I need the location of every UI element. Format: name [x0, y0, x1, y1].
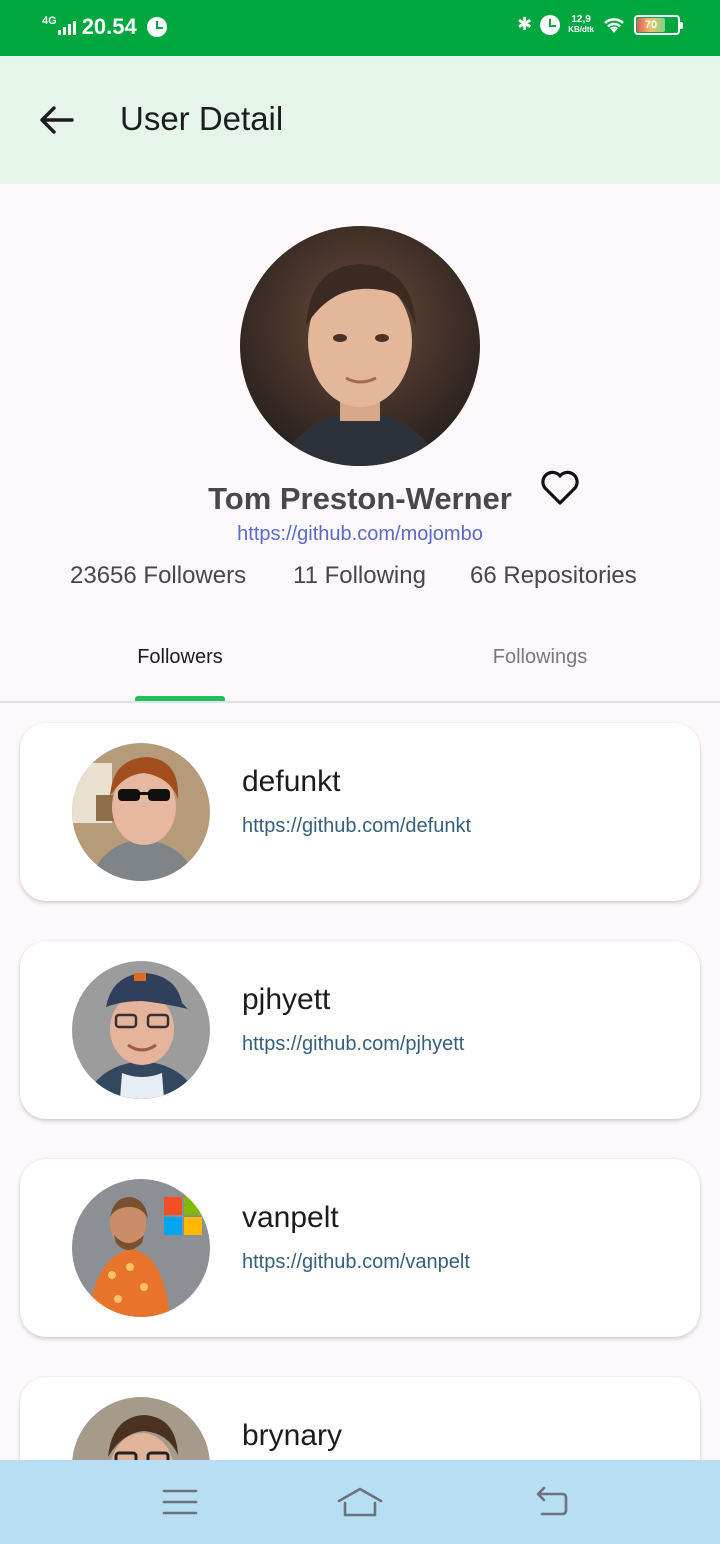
user-url[interactable]: https://github.com/pjhyett: [242, 1033, 464, 1056]
avatar: [72, 961, 210, 1099]
list-item[interactable]: defunkt https://github.com/defunkt: [20, 723, 700, 901]
following-count: 11 Following: [293, 562, 426, 589]
status-bar: 4G 20.54 ✱ 12,9 KB/dtk 70: [0, 0, 720, 56]
tab-bar: Followers Followings: [0, 612, 720, 704]
list-item[interactable]: pjhyett https://github.com/pjhyett: [20, 941, 700, 1119]
alarm-icon: [540, 14, 561, 35]
signal-icon: [57, 19, 76, 35]
user-login: brynary: [242, 1419, 343, 1452]
user-url[interactable]: https://github.com/vanpelt: [242, 1251, 470, 1274]
list-item[interactable]: vanpelt https://github.com/vanpelt: [20, 1159, 700, 1337]
status-time: 20.54: [81, 14, 137, 39]
home-icon: [337, 1487, 383, 1517]
network-speed-value: 12,9: [571, 13, 591, 25]
favorite-button[interactable]: [538, 466, 582, 510]
user-login: vanpelt: [242, 1201, 339, 1234]
profile-name: Tom Preston-Werner: [208, 481, 512, 516]
menu-icon: [162, 1489, 198, 1515]
network-speed-unit: KB/dtk: [568, 24, 594, 34]
profile-url[interactable]: https://github.com/mojombo: [0, 523, 720, 546]
alarm-icon: [146, 17, 167, 37]
battery-level: 70: [637, 17, 665, 32]
repositories-count: 66 Repositories: [470, 562, 637, 589]
return-icon: [536, 1486, 568, 1516]
battery-icon: 70: [634, 14, 683, 35]
avatar: [72, 1179, 210, 1317]
nav-menu-button[interactable]: [150, 1478, 210, 1526]
tab-followings[interactable]: Followings: [360, 612, 720, 702]
back-button[interactable]: [30, 96, 82, 144]
app-bar: User Detail: [0, 56, 720, 184]
avatar: [72, 743, 210, 881]
page-title: User Detail: [120, 100, 284, 137]
arrow-left-icon: [40, 106, 74, 134]
nav-back-button[interactable]: [520, 1478, 580, 1526]
network-type: 4G: [42, 15, 57, 27]
tab-divider: [0, 701, 720, 703]
tab-followers-label: Followers: [137, 645, 223, 668]
user-url[interactable]: https://github.com/defunkt: [242, 815, 471, 838]
user-login: pjhyett: [242, 983, 331, 1016]
user-login: defunkt: [242, 765, 341, 798]
tab-followers[interactable]: Followers: [0, 612, 360, 702]
tab-followings-label: Followings: [492, 645, 588, 668]
system-nav-bar: [0, 1460, 720, 1544]
followers-count: 23656 Followers: [70, 562, 247, 589]
bluetooth-icon: ✱: [517, 14, 533, 34]
nav-home-button[interactable]: [330, 1478, 390, 1526]
profile-avatar: [240, 226, 480, 466]
wifi-icon: [604, 17, 624, 33]
network-speed: 12,9 KB/dtk: [568, 13, 594, 35]
heart-outline-icon: [541, 470, 579, 505]
